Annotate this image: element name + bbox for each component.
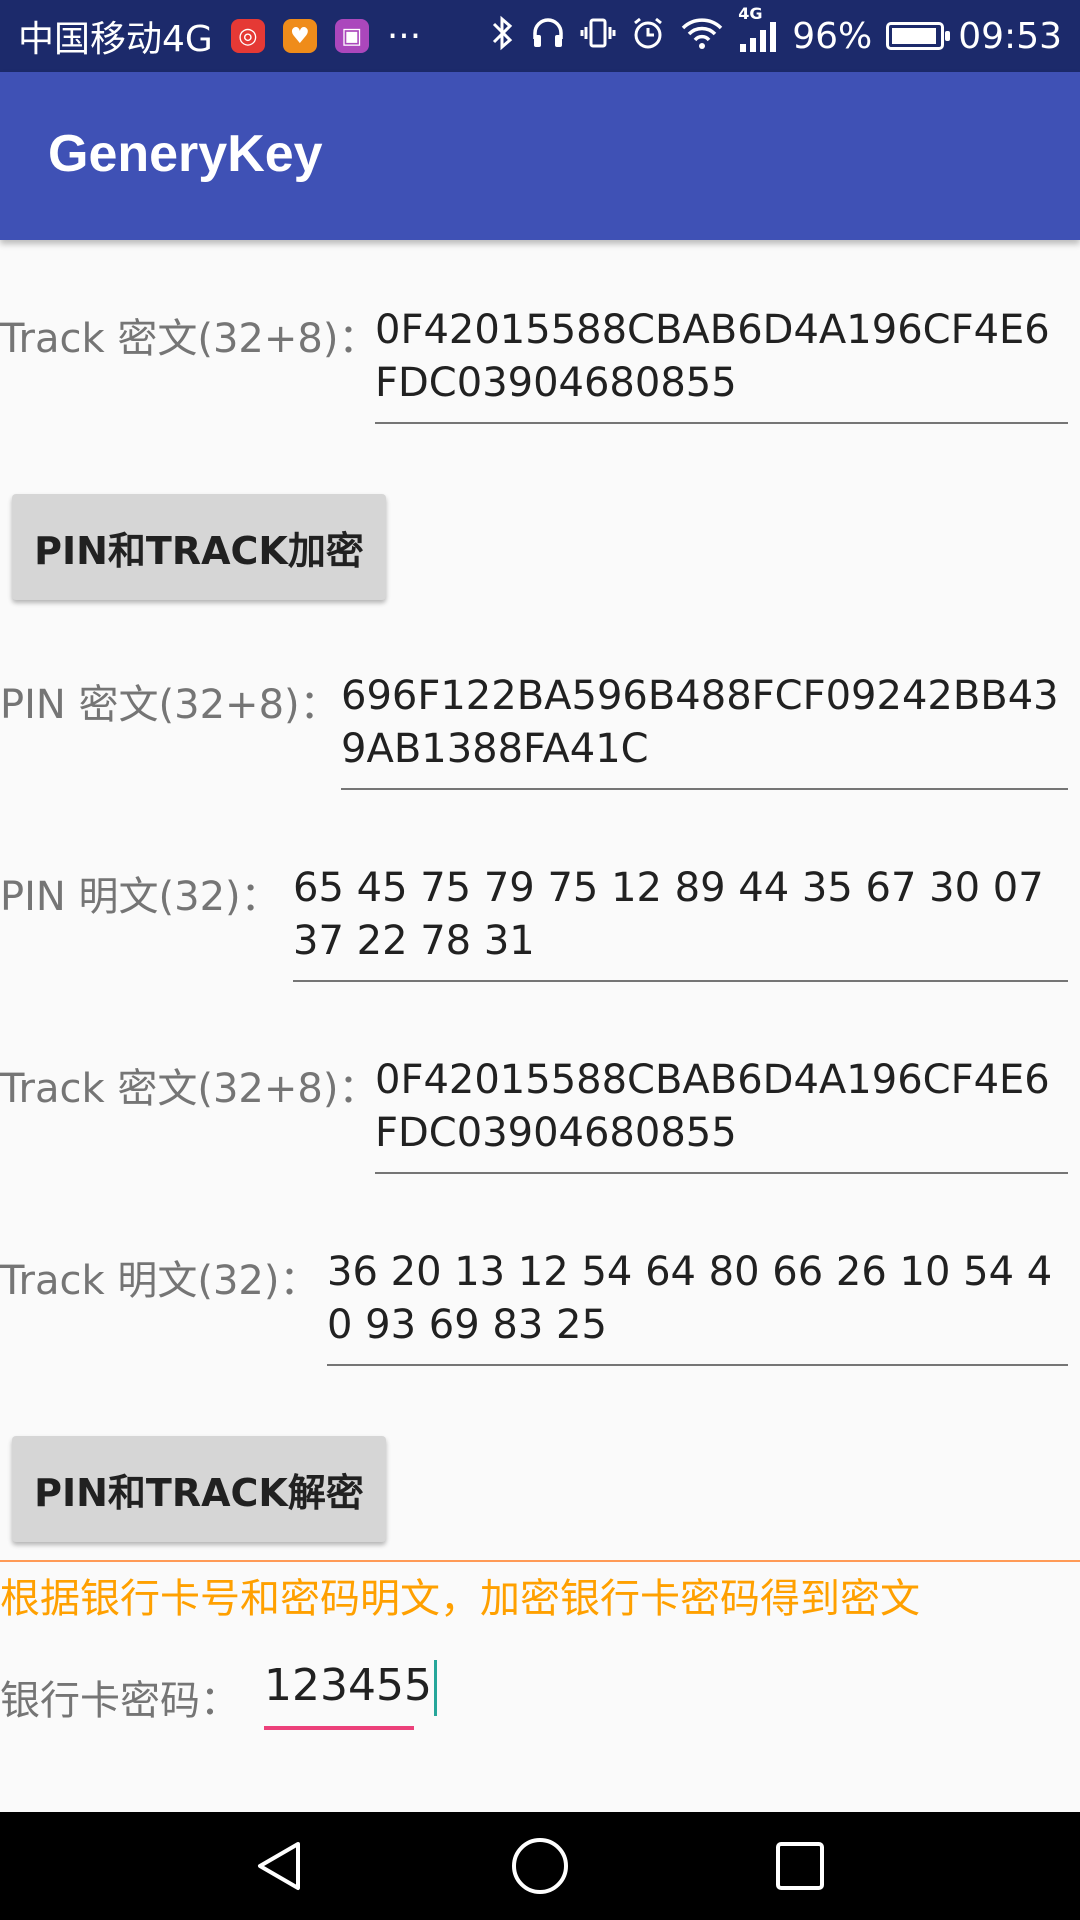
- gallery-icon: ▣: [334, 19, 369, 53]
- track-plain-label: Track 明文(32)：: [0, 1258, 320, 1304]
- encrypt-button[interactable]: PIN和TRACK加密: [12, 494, 386, 600]
- bank-pin-value: 123455: [264, 1660, 432, 1711]
- home-button[interactable]: [510, 1836, 570, 1896]
- track-cipher-label-2: Track 密文(32+8)：: [0, 1066, 379, 1112]
- track-cipher-label: Track 密文(32+8)：: [0, 316, 379, 362]
- section-divider: [0, 1560, 1080, 1562]
- carrier-text: 中国移动4G: [18, 19, 213, 60]
- battery-fill: [892, 28, 937, 44]
- netease-music-icon: ◎: [230, 19, 265, 53]
- alarm-icon: [630, 15, 666, 57]
- app-bar: GeneryKey: [0, 72, 1080, 240]
- pin-cipher-label: PIN 密文(32+8)：: [0, 682, 340, 728]
- headphones-icon: [530, 15, 566, 57]
- battery-percent: 96%: [792, 15, 873, 57]
- track-cipher-field[interactable]: 0F42015588CBAB6D4A196CF4E6FDC03904680855: [375, 304, 1068, 424]
- status-bar-right: 4G 96% 09:53: [490, 4, 1062, 57]
- recents-square-icon: [776, 1842, 824, 1890]
- track-cipher-field-2[interactable]: 0F42015588CBAB6D4A196CF4E6FDC03904680855: [375, 1054, 1068, 1174]
- network-type-label: 4G: [738, 4, 763, 23]
- navigation-bar: [0, 1812, 1080, 1920]
- decrypt-button[interactable]: PIN和TRACK解密: [12, 1436, 386, 1542]
- recents-button[interactable]: [770, 1836, 830, 1896]
- bank-hint-text: 根据银行卡号和密码明文，加密银行卡密码得到密文: [0, 1576, 920, 1622]
- bank-pin-label: 银行卡密码：: [0, 1678, 240, 1724]
- more-notifications-icon: ···: [386, 15, 422, 57]
- status-bar-left: 中国移动4G ◎ ♥ ▣ ···: [18, 10, 421, 62]
- pin-cipher-field[interactable]: 696F122BA596B488FCF09242BB439AB1388FA41C: [341, 670, 1068, 790]
- bluetooth-icon: [490, 15, 516, 57]
- wifi-icon: [680, 15, 724, 57]
- text-cursor: [433, 1660, 437, 1716]
- track-plain-field[interactable]: 36 20 13 12 54 64 80 66 26 10 54 40 93 6…: [327, 1246, 1068, 1366]
- vibrate-icon: [580, 15, 616, 57]
- back-triangle-icon: [258, 1842, 300, 1890]
- battery-icon: [886, 22, 951, 50]
- app-orange-icon: ♥: [282, 19, 317, 53]
- signal-icon: 4G: [738, 4, 778, 54]
- pin-plain-field[interactable]: 65 45 75 79 75 12 89 44 35 67 30 07 37 2…: [293, 862, 1068, 982]
- app-title: GeneryKey: [48, 125, 323, 183]
- bank-pin-input[interactable]: 123455: [264, 1660, 437, 1730]
- clock-time: 09:53: [958, 15, 1062, 57]
- home-circle-icon: [512, 1838, 568, 1894]
- back-button[interactable]: [250, 1836, 310, 1896]
- status-bar: 中国移动4G ◎ ♥ ▣ ··· 4G 96% 09:53: [0, 0, 1080, 72]
- pin-plain-label: PIN 明文(32)：: [0, 874, 281, 920]
